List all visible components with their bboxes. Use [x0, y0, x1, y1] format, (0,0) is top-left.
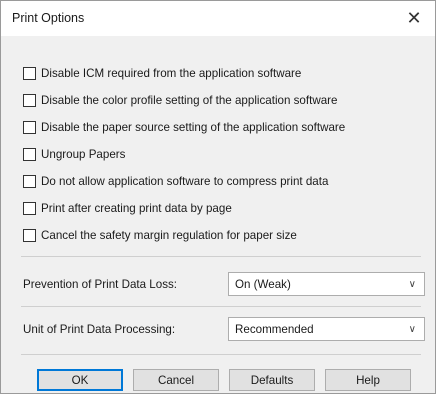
prevention-label: Prevention of Print Data Loss: [23, 278, 178, 291]
option-no-compress[interactable]: Do not allow application software to com… [23, 173, 328, 189]
option-label: Disable the color profile setting of the… [41, 93, 338, 107]
print-options-dialog: Print Options ✕ Disable ICM required fro… [0, 0, 436, 394]
prevention-value: On (Weak) [235, 277, 291, 291]
option-label: Ungroup Papers [41, 147, 126, 161]
option-label: Disable ICM required from the applicatio… [41, 66, 302, 80]
separator [21, 256, 421, 257]
ok-button[interactable]: OK [37, 369, 123, 391]
close-icon[interactable]: ✕ [395, 1, 433, 35]
option-cancel-safety-margin[interactable]: Cancel the safety margin regulation for … [23, 227, 297, 243]
help-button[interactable]: Help [325, 369, 411, 391]
checkbox[interactable] [23, 228, 36, 242]
checkbox[interactable] [23, 201, 36, 215]
dialog-content: Disable ICM required from the applicatio… [1, 36, 435, 393]
option-disable-paper-source[interactable]: Disable the paper source setting of the … [23, 119, 345, 135]
prevention-select[interactable]: On (Weak) ∨ [228, 272, 425, 296]
option-label: Do not allow application software to com… [41, 174, 329, 188]
option-label: Print after creating print data by page [41, 201, 232, 215]
chevron-down-icon: ∨ [408, 279, 416, 290]
defaults-button[interactable]: Defaults [229, 369, 315, 391]
unit-select[interactable]: Recommended ∨ [228, 317, 425, 341]
option-disable-color-profile[interactable]: Disable the color profile setting of the… [23, 92, 337, 108]
title-bar: Print Options ✕ [1, 1, 435, 36]
separator [21, 306, 421, 307]
option-disable-icm[interactable]: Disable ICM required from the applicatio… [23, 65, 301, 81]
separator [21, 354, 421, 355]
unit-label: Unit of Print Data Processing: [23, 323, 176, 336]
checkbox[interactable] [23, 147, 36, 161]
chevron-down-icon: ∨ [408, 324, 416, 335]
window-title: Print Options [12, 11, 85, 25]
cancel-button[interactable]: Cancel [133, 369, 219, 391]
checkbox[interactable] [23, 66, 36, 80]
unit-value: Recommended [235, 322, 314, 336]
checkbox[interactable] [23, 93, 36, 107]
checkbox[interactable] [23, 174, 36, 188]
option-print-by-page[interactable]: Print after creating print data by page [23, 200, 232, 216]
checkbox[interactable] [23, 120, 36, 134]
option-ungroup-papers[interactable]: Ungroup Papers [23, 146, 125, 162]
option-label: Cancel the safety margin regulation for … [41, 228, 297, 242]
option-label: Disable the paper source setting of the … [41, 120, 346, 134]
